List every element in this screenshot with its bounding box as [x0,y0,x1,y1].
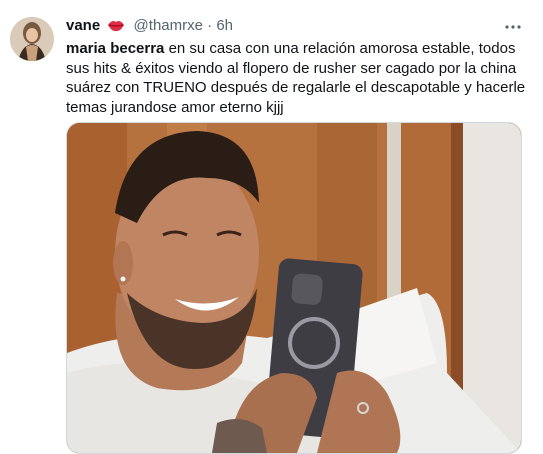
video-thumbnail [67,123,521,453]
tweet-text: maria becerra en su casa con una relació… [66,39,526,117]
separator-dot: · [207,17,213,34]
more-options-icon[interactable] [501,17,525,37]
tweet-media-video[interactable] [66,122,522,454]
lips-emoji-icon [107,18,125,38]
tweet-header: vane @thamrxe · 6h [66,16,233,38]
avatar[interactable] [10,17,54,61]
display-name[interactable]: vane [66,17,100,34]
tweet-card[interactable]: vane @thamrxe · 6h maria becerra en su c… [0,0,543,454]
user-handle[interactable]: @thamrxe [134,17,203,34]
mention-bold: maria becerra [66,40,165,57]
avatar-photo-icon [10,17,54,61]
timestamp[interactable]: 6h [216,17,233,34]
